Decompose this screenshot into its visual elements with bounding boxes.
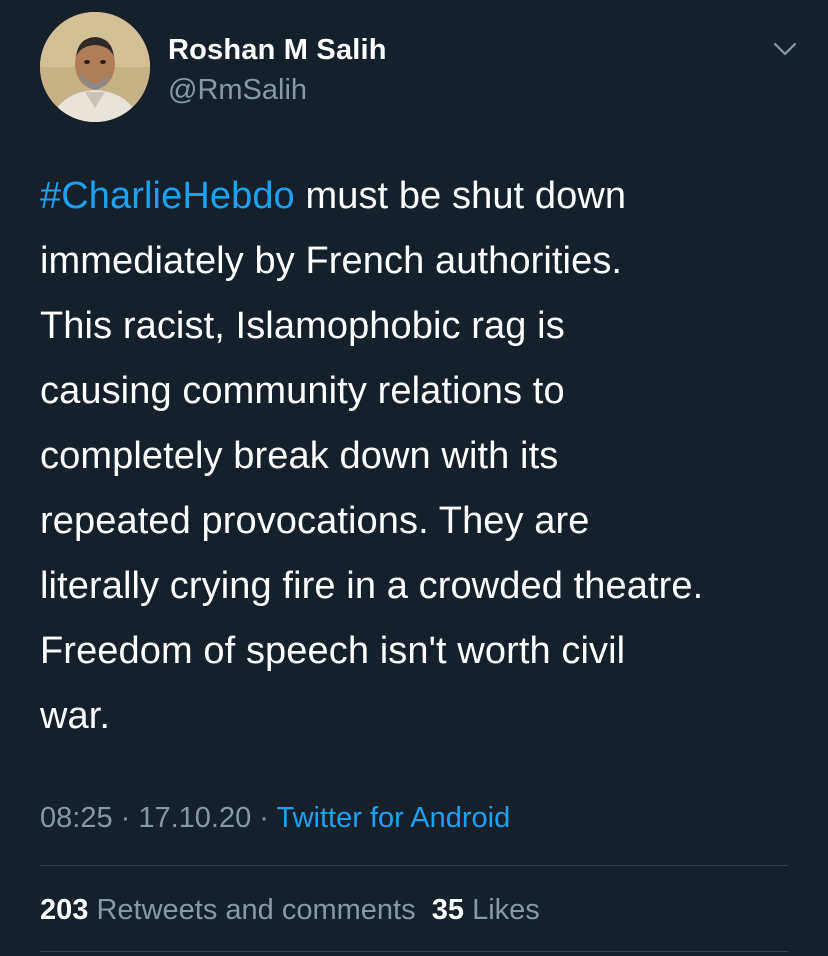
tweet-line: literally crying fire in a crowded theat… xyxy=(40,565,704,607)
user-names: Roshan M Salih @RmSalih xyxy=(168,32,387,108)
chevron-down-icon[interactable] xyxy=(770,34,800,64)
tweet-stats: 203 Retweets and comments 35 Likes xyxy=(40,888,540,932)
likes-label: Likes xyxy=(472,894,540,926)
retweets-label: Retweets and comments xyxy=(96,894,416,926)
tweet-line: causing community relations to xyxy=(40,370,565,412)
tweet-line: war. xyxy=(40,695,111,737)
tweet-date[interactable]: 17.10.20 xyxy=(138,802,251,834)
likes-count: 35 xyxy=(431,894,464,926)
divider xyxy=(40,951,788,952)
meta-separator: · xyxy=(112,802,139,834)
tweet-line: repeated provocations. They are xyxy=(40,500,590,542)
tweet-metadata: 08:25 · 17.10.20 · Twitter for Android xyxy=(40,796,510,840)
hashtag-link[interactable]: #CharlieHebdo xyxy=(40,175,295,217)
retweets-count: 203 xyxy=(40,894,89,926)
tweet-line: #CharlieHebdo must be shut down xyxy=(40,164,800,229)
meta-separator: · xyxy=(251,802,277,834)
tweet-header: Roshan M Salih @RmSalih xyxy=(40,12,800,124)
divider xyxy=(40,865,788,866)
user-avatar[interactable] xyxy=(40,12,150,122)
retweets-stat[interactable]: 203 Retweets and comments xyxy=(40,894,416,926)
tweet-source-link[interactable]: Twitter for Android xyxy=(277,802,511,834)
tweet-line: immediately by French authorities. xyxy=(40,240,623,282)
tweet-line: Freedom of speech isn't worth civil xyxy=(40,630,626,672)
likes-stat[interactable]: 35 Likes xyxy=(432,894,540,926)
tweet-line: This racist, Islamophobic rag is xyxy=(40,305,565,347)
user-handle[interactable]: @RmSalih xyxy=(168,72,387,108)
avatar-image xyxy=(40,12,150,122)
display-name[interactable]: Roshan M Salih xyxy=(168,32,387,68)
tweet-line-text: must be shut down xyxy=(294,175,627,217)
tweet-time[interactable]: 08:25 xyxy=(40,802,113,834)
tweet-text: #CharlieHebdo must be shut down immediat… xyxy=(40,164,800,749)
tweet-line: completely break down with its xyxy=(40,435,559,477)
